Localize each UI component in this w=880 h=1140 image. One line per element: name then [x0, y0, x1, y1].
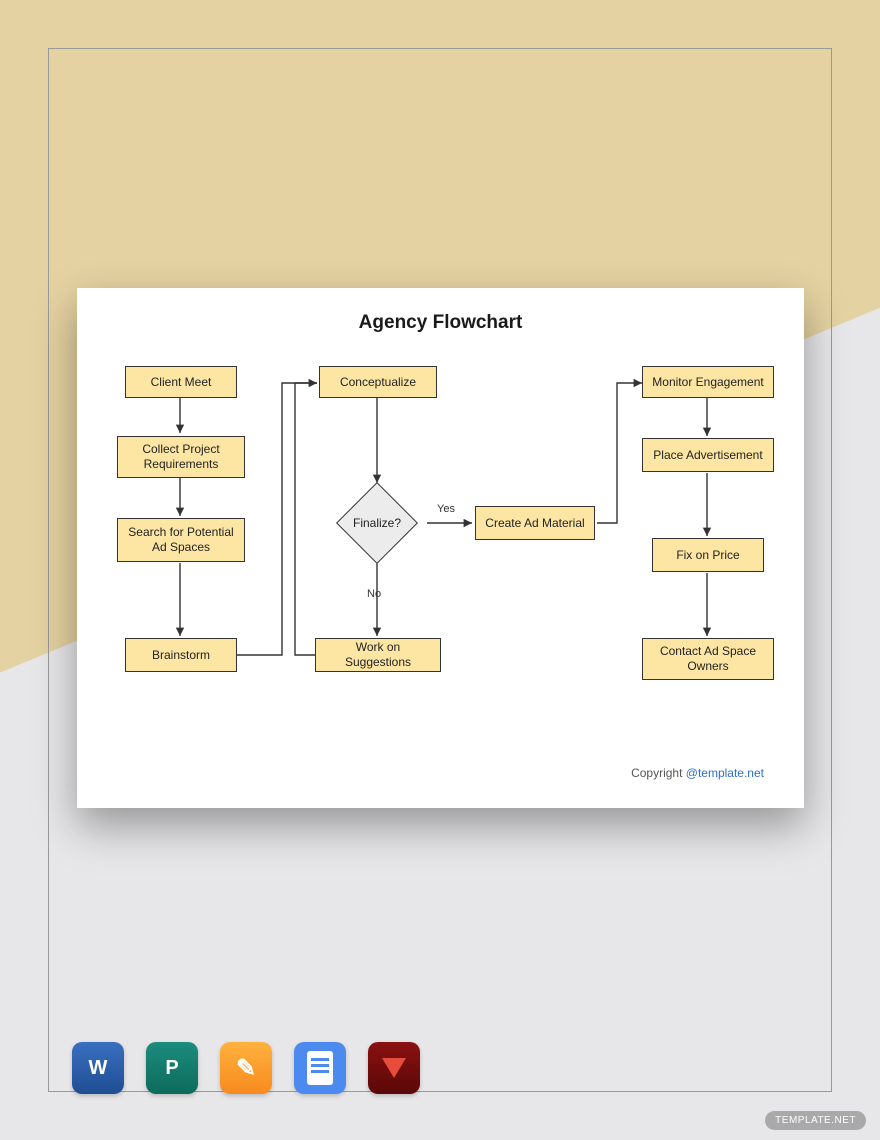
node-fix-price: Fix on Price	[652, 538, 764, 572]
publisher-icon[interactable]	[146, 1042, 198, 1094]
edge-label-yes: Yes	[437, 503, 455, 515]
pages-icon[interactable]	[220, 1042, 272, 1094]
node-client-meet: Client Meet	[125, 366, 237, 398]
node-place-advertisement: Place Advertisement	[642, 438, 774, 472]
edge-label-no: No	[367, 588, 381, 600]
node-work-suggestions: Work on Suggestions	[315, 638, 441, 672]
node-brainstorm: Brainstorm	[125, 638, 237, 672]
pdf-icon[interactable]	[368, 1042, 420, 1094]
copyright-link[interactable]: @template.net	[686, 766, 764, 780]
copyright: Copyright @template.net	[631, 766, 764, 780]
page-title: Agency Flowchart	[77, 312, 804, 334]
copyright-prefix: Copyright	[631, 766, 686, 780]
finalize-label: Finalize?	[327, 483, 427, 563]
watermark-badge: TEMPLATE.NET	[765, 1111, 866, 1130]
node-search-ad-spaces: Search for Potential Ad Spaces	[117, 518, 245, 562]
word-icon[interactable]	[72, 1042, 124, 1094]
google-docs-icon[interactable]	[294, 1042, 346, 1094]
node-create-ad-material: Create Ad Material	[475, 506, 595, 540]
node-contact-owners: Contact Ad Space Owners	[642, 638, 774, 680]
node-monitor-engagement: Monitor Engagement	[642, 366, 774, 398]
node-finalize-decision: Finalize?	[327, 483, 427, 563]
node-collect-requirements: Collect Project Requirements	[117, 436, 245, 478]
app-icon-row	[72, 1042, 420, 1094]
flowchart-page: Agency Flowchart Client Meet Collect Pro…	[77, 288, 804, 808]
node-conceptualize: Conceptualize	[319, 366, 437, 398]
